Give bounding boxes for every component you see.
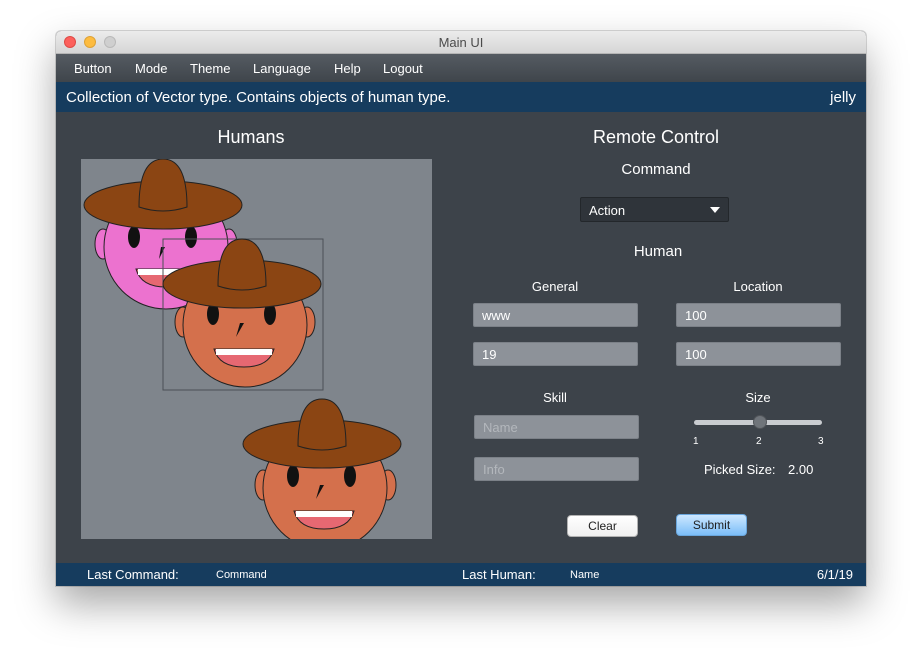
humans-drawing xyxy=(83,159,402,539)
status-bar: Last Command: Command Last Human: Name 6… xyxy=(56,563,866,586)
status-date: 6/1/19 xyxy=(816,567,853,582)
humans-canvas[interactable] xyxy=(81,159,432,539)
size-slider-thumb[interactable] xyxy=(753,415,767,429)
window-title: Main UI xyxy=(438,35,484,50)
eye-left xyxy=(287,465,299,487)
command-label: Command xyxy=(621,161,691,178)
main-window: Main UI Button Mode Theme Language Help … xyxy=(56,31,866,586)
size-tick-2: 2 xyxy=(756,436,762,447)
menu-button[interactable]: Button xyxy=(74,61,112,76)
title-bar: Main UI xyxy=(56,31,866,54)
size-tick-3: 3 xyxy=(818,436,824,447)
eye-right xyxy=(185,226,197,248)
menu-help[interactable]: Help xyxy=(334,61,361,76)
human-label: Human xyxy=(633,243,683,260)
remote-control-title: Remote Control xyxy=(592,127,720,147)
human-figure-bottom[interactable] xyxy=(242,398,402,539)
collection-info-text: Collection of Vector type. Contains obje… xyxy=(66,89,451,106)
size-tick-1: 1 xyxy=(693,436,699,447)
last-command-value: Command xyxy=(216,569,267,581)
skill-info-field[interactable]: Info xyxy=(474,457,639,481)
teeth xyxy=(296,511,352,517)
last-human-value: Name xyxy=(570,569,600,581)
picked-size-label: Picked Size: xyxy=(704,462,776,477)
command-select-value: Action xyxy=(589,203,626,218)
general-age-field[interactable]: 19 xyxy=(473,342,638,366)
menu-theme[interactable]: Theme xyxy=(190,61,230,76)
skill-name-field[interactable]: Name xyxy=(474,415,639,439)
general-label: General xyxy=(531,279,579,294)
menu-language[interactable]: Language xyxy=(253,61,311,76)
username-label: jelly xyxy=(830,89,856,106)
last-human-label: Last Human: xyxy=(462,567,536,582)
teeth xyxy=(216,349,272,355)
info-bar: Collection of Vector type. Contains obje… xyxy=(56,82,866,112)
eye-right xyxy=(344,465,356,487)
hat-crown xyxy=(138,159,188,212)
submit-button[interactable]: Submit xyxy=(676,514,747,536)
skill-label: Skill xyxy=(543,390,567,405)
size-label: Size xyxy=(745,390,771,405)
clear-button[interactable]: Clear xyxy=(567,515,638,537)
location-label: Location xyxy=(733,279,783,294)
location-x-field[interactable]: 100 xyxy=(676,303,841,327)
general-name-field[interactable]: www xyxy=(473,303,638,327)
command-select[interactable]: Action xyxy=(580,197,729,222)
chevron-down-icon xyxy=(710,207,720,213)
menu-logout[interactable]: Logout xyxy=(383,61,423,76)
menu-mode[interactable]: Mode xyxy=(135,61,168,76)
hat-crown xyxy=(297,398,347,451)
picked-size-value: 2.00 xyxy=(788,462,814,477)
eye-left xyxy=(128,226,140,248)
humans-panel-title: Humans xyxy=(217,127,285,147)
location-y-field[interactable]: 100 xyxy=(676,342,841,366)
last-command-label: Last Command: xyxy=(87,567,179,582)
menu-bar: Button Mode Theme Language Help Logout xyxy=(56,54,866,82)
